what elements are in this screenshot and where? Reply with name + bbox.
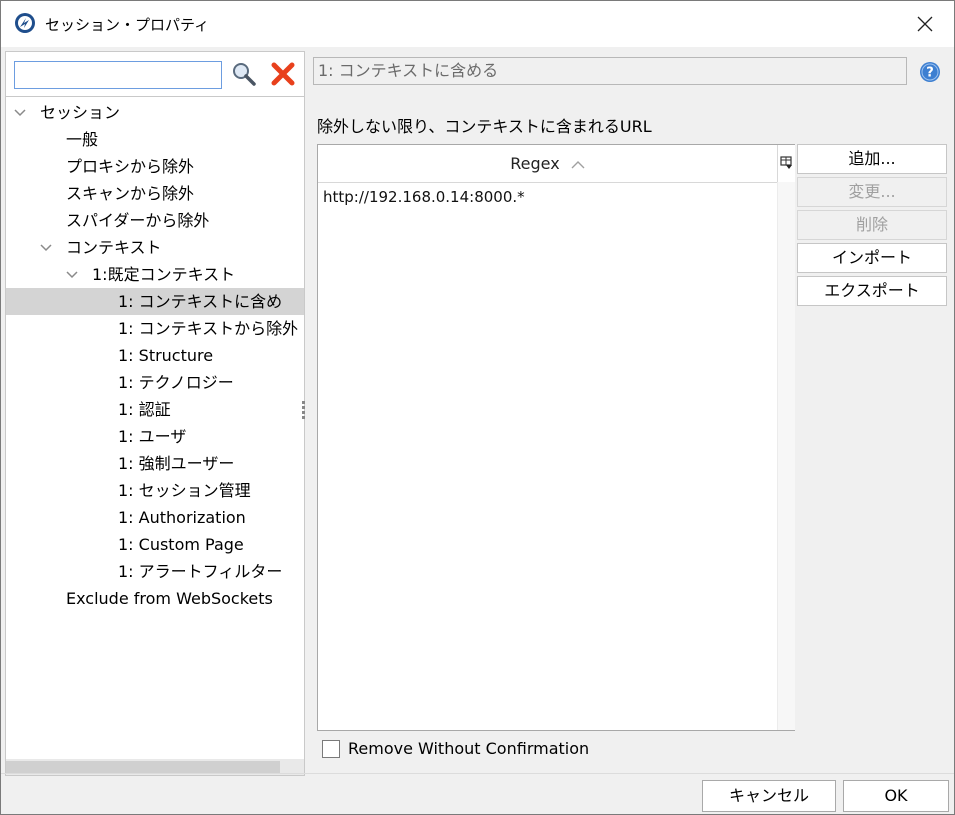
tree-item-label: プロキシから除外 <box>66 157 195 176</box>
settings-tree: セッション 一般 プロキシから除外 スキャンから除外 スパイダーから除外 コンテ… <box>6 99 304 749</box>
tree-item-label: 1: セッション管理 <box>118 481 251 500</box>
tree-item-label: 1: 強制ユーザー <box>118 454 235 473</box>
session-properties-dialog: セッション・プロパティ セッション 一般 プロキシから除外 スキャンから除外 ス… <box>0 0 955 815</box>
svg-text:?: ? <box>926 66 934 81</box>
scrollbar-thumb[interactable] <box>6 761 280 773</box>
close-icon <box>917 16 933 32</box>
tree-item-alert-filter[interactable]: 1: アラートフィルター <box>6 558 304 585</box>
tree-item-label: セッション <box>40 103 121 122</box>
close-button[interactable] <box>896 1 954 47</box>
add-button[interactable]: 追加... <box>797 144 947 174</box>
tree-item-exclude-scan[interactable]: スキャンから除外 <box>6 180 304 207</box>
import-button[interactable]: インポート <box>797 243 947 273</box>
chevron-down-icon[interactable] <box>66 261 80 288</box>
sort-ascending-icon <box>571 160 585 168</box>
tree-item-technology[interactable]: 1: テクノロジー <box>6 369 304 396</box>
tree-item-authentication[interactable]: 1: 認証 <box>6 396 304 423</box>
search-button[interactable] <box>230 60 258 88</box>
tree-search-input[interactable] <box>14 61 222 89</box>
tree-item-label: コンテキスト <box>66 238 162 257</box>
remove-without-confirmation-checkbox[interactable] <box>322 740 340 758</box>
chevron-down-icon[interactable] <box>14 99 28 126</box>
title-bar: セッション・プロパティ <box>1 1 954 47</box>
tree-item-default-context[interactable]: 1:既定コンテキスト <box>6 261 304 288</box>
tree-item-exclude-websockets[interactable]: Exclude from WebSockets <box>6 585 304 612</box>
remove-button[interactable]: 削除 <box>797 210 947 240</box>
checkbox-label: Remove Without Confirmation <box>348 739 590 758</box>
tree-item-label: 1: ユーザ <box>118 427 187 446</box>
tree-item-session[interactable]: セッション <box>6 99 304 126</box>
tree-item-label: 1: 認証 <box>118 400 171 419</box>
export-button[interactable]: エクスポート <box>797 276 947 306</box>
chevron-down-icon[interactable] <box>40 234 54 261</box>
zap-app-icon <box>15 13 35 33</box>
section-label: 除外しない限り、コンテキストに含まれるURL <box>317 117 652 136</box>
tree-item-label: 1:既定コンテキスト <box>92 265 236 284</box>
table-vertical-scrollbar[interactable] <box>777 182 795 730</box>
tree-item-label: 1: Custom Page <box>118 535 244 554</box>
regex-table: Regex http://192.168.0.14:8000.* <box>317 144 795 731</box>
column-chooser-icon <box>780 156 792 169</box>
tree-item-label: 1: アラートフィルター <box>118 562 283 581</box>
tree-item-label: 1: コンテキストに含め <box>118 292 283 311</box>
tree-item-label: スパイダーから除外 <box>66 211 210 230</box>
table-row[interactable]: http://192.168.0.14:8000.* <box>323 188 525 206</box>
tree-item-label: 1: テクノロジー <box>118 373 234 392</box>
tree-item-authorization[interactable]: 1: Authorization <box>6 504 304 531</box>
tree-item-structure[interactable]: 1: Structure <box>6 342 304 369</box>
modify-button[interactable]: 変更... <box>797 177 947 207</box>
clear-icon <box>271 62 295 86</box>
help-icon[interactable]: ? <box>919 61 941 83</box>
dialog-body: セッション 一般 プロキシから除外 スキャンから除外 スパイダーから除外 コンテ… <box>1 47 954 814</box>
column-header-label: Regex <box>510 154 560 173</box>
clear-search-button[interactable] <box>269 60 297 88</box>
tree-item-forced-user[interactable]: 1: 強制ユーザー <box>6 450 304 477</box>
navigation-panel: セッション 一般 プロキシから除外 スキャンから除外 スパイダーから除外 コンテ… <box>5 51 305 776</box>
tree-item-label: 一般 <box>66 130 99 149</box>
tree-item-general[interactable]: 一般 <box>6 126 304 153</box>
cancel-button[interactable]: キャンセル <box>702 780 836 812</box>
tree-item-label: スキャンから除外 <box>66 184 195 203</box>
tree-item-custom-page[interactable]: 1: Custom Page <box>6 531 304 558</box>
tree-item-session-management[interactable]: 1: セッション管理 <box>6 477 304 504</box>
tree-item-label: Exclude from WebSockets <box>66 589 273 608</box>
ok-button[interactable]: OK <box>843 780 949 812</box>
splitter-handle[interactable] <box>302 399 306 421</box>
column-chooser-button[interactable] <box>777 145 795 182</box>
tree-item-contexts[interactable]: コンテキスト <box>6 234 304 261</box>
panel-title: 1: コンテキストに含める <box>313 57 907 85</box>
tree-item-exclude-spider[interactable]: スパイダーから除外 <box>6 207 304 234</box>
tree-item-exclude-from-context[interactable]: 1: コンテキストから除外 <box>6 315 304 342</box>
tree-item-include-in-context[interactable]: 1: コンテキストに含め <box>6 288 304 315</box>
search-icon <box>233 63 256 86</box>
tree-item-users[interactable]: 1: ユーザ <box>6 423 304 450</box>
column-header-regex[interactable]: Regex <box>318 145 777 183</box>
divider <box>6 96 304 97</box>
tree-item-exclude-proxy[interactable]: プロキシから除外 <box>6 153 304 180</box>
tree-item-label: 1: Structure <box>118 346 214 365</box>
window-title: セッション・プロパティ <box>45 16 210 34</box>
divider <box>1 773 954 774</box>
tree-item-label: 1: コンテキストから除外 <box>118 319 299 338</box>
tree-item-label: 1: Authorization <box>118 508 246 527</box>
